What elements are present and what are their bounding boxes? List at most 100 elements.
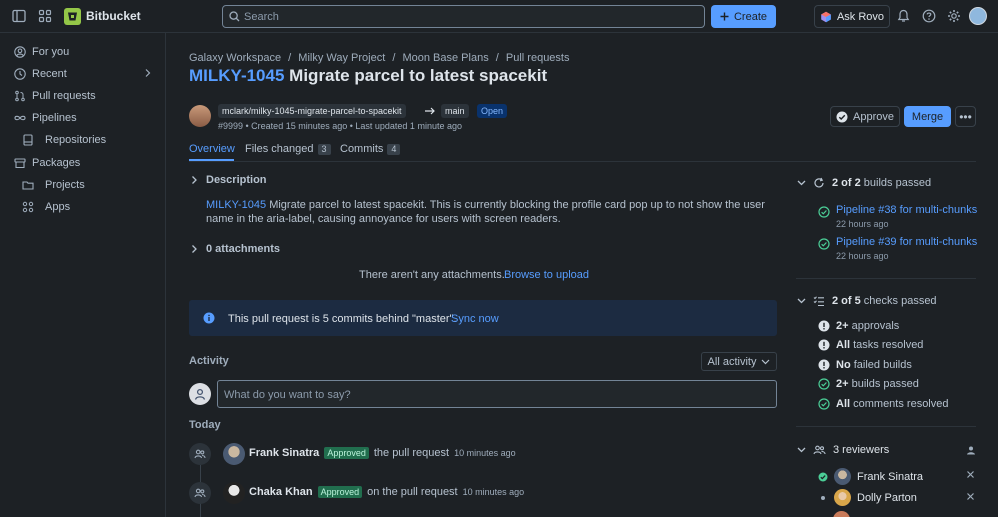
sync-now-link[interactable]: Sync now bbox=[451, 313, 499, 325]
search-input[interactable]: Search bbox=[222, 5, 705, 28]
avatar[interactable] bbox=[223, 443, 245, 465]
event-action: the pull request bbox=[373, 447, 450, 459]
search-icon bbox=[229, 11, 240, 22]
reviewers-section-toggle[interactable]: 3 reviewers bbox=[797, 444, 889, 456]
attachments-empty-text: There aren't any attachments. bbox=[359, 269, 505, 281]
builds-summary-count: 2 of 2 bbox=[832, 177, 861, 189]
sidebar-item-label: Pull requests bbox=[32, 90, 96, 102]
profile-avatar[interactable] bbox=[969, 7, 987, 25]
pipeline-link[interactable]: Pipeline #39 for multi-chunks bbox=[836, 236, 977, 248]
sidebar-item-for-you[interactable]: For you bbox=[0, 41, 166, 63]
sidebar-item-projects[interactable]: Projects bbox=[0, 174, 166, 196]
check-circle-icon bbox=[818, 398, 830, 410]
tab-commits[interactable]: Commits 4 bbox=[340, 143, 401, 155]
sidebar-item-repositories[interactable]: Repositories bbox=[0, 129, 166, 151]
merge-label: Merge bbox=[911, 110, 944, 123]
reviewers-event-icon bbox=[189, 443, 211, 465]
check-item: All tasks resolved bbox=[818, 339, 923, 351]
description-toggle[interactable]: Description bbox=[190, 174, 267, 186]
breadcrumb-item[interactable]: Moon Base Plans bbox=[402, 52, 488, 64]
checks-section-toggle[interactable]: 2 of 5 checks passed bbox=[797, 295, 937, 307]
check-text: builds passed bbox=[848, 378, 919, 390]
target-branch-badge[interactable]: main bbox=[441, 104, 469, 118]
sidebar-item-label: Projects bbox=[45, 179, 85, 191]
pipeline-time: 22 hours ago bbox=[836, 251, 889, 261]
approved-check-icon bbox=[818, 472, 828, 482]
avatar[interactable] bbox=[833, 511, 850, 517]
pipeline-link[interactable]: Pipeline #38 for multi-chunks bbox=[836, 204, 977, 216]
author-avatar[interactable] bbox=[189, 105, 211, 127]
sidebar-item-recent[interactable]: Recent bbox=[0, 63, 166, 85]
breadcrumb-separator: / bbox=[392, 52, 396, 64]
sidebar-item-label: Apps bbox=[45, 201, 71, 213]
pr-title: Migrate parcel to latest spacekit bbox=[289, 66, 548, 85]
banner-text: This pull request is 5 commits behind "m… bbox=[228, 313, 457, 325]
source-branch-badge[interactable]: mclark/milky-1045-migrate-parcel-to-spac… bbox=[218, 104, 406, 118]
tab-files-changed[interactable]: Files changed 3 bbox=[245, 143, 331, 155]
sidebar: For you Recent Pull requests Pipelines R… bbox=[0, 33, 166, 517]
attachments-toggle[interactable]: 0 attachments bbox=[190, 243, 280, 255]
reviewer-item: Dolly Parton bbox=[818, 489, 917, 506]
pull-request-icon bbox=[14, 90, 26, 102]
check-text: approvals bbox=[848, 320, 900, 332]
sidebar-item-apps[interactable]: Apps bbox=[0, 196, 166, 218]
divider bbox=[796, 278, 976, 279]
search-placeholder: Search bbox=[244, 11, 279, 23]
approve-button[interactable]: Approve bbox=[830, 106, 900, 127]
create-button[interactable]: Create bbox=[711, 5, 776, 28]
pipeline-item[interactable]: Pipeline #39 for multi-chunks 22 hours a… bbox=[818, 236, 977, 261]
bell-icon[interactable] bbox=[897, 9, 913, 25]
help-icon[interactable] bbox=[922, 9, 938, 25]
bitbucket-logo-icon[interactable] bbox=[64, 8, 81, 25]
event-user[interactable]: Chaka Khan bbox=[249, 486, 313, 498]
merge-button[interactable]: Merge bbox=[904, 106, 951, 127]
breadcrumb-item[interactable]: Pull requests bbox=[506, 52, 570, 64]
issue-key-link[interactable]: MILKY-1045 bbox=[189, 66, 284, 85]
issue-key-link[interactable]: MILKY-1045 bbox=[206, 199, 266, 211]
avatar[interactable] bbox=[834, 489, 851, 506]
remove-reviewer-icon[interactable] bbox=[966, 492, 975, 501]
tab-label: Commits bbox=[340, 143, 384, 155]
pipeline-item[interactable]: Pipeline #38 for multi-chunks 22 hours a… bbox=[818, 204, 977, 229]
app-switcher-icon[interactable] bbox=[38, 9, 54, 25]
chevron-down-icon bbox=[797, 180, 806, 186]
remove-reviewer-icon[interactable] bbox=[966, 470, 975, 479]
browse-to-upload-link[interactable]: Browse to upload bbox=[504, 269, 589, 281]
sidebar-item-pull-requests[interactable]: Pull requests bbox=[0, 85, 166, 107]
check-item: 2+ builds passed bbox=[818, 378, 919, 390]
event-user[interactable]: Frank Sinatra bbox=[249, 447, 319, 459]
description-text: Migrate parcel to latest spacekit. This … bbox=[206, 199, 765, 225]
activity-heading: Activity bbox=[189, 355, 229, 367]
warning-icon bbox=[818, 339, 830, 351]
activity-filter-dropdown[interactable]: All activity bbox=[701, 352, 777, 371]
check-bold: 2+ bbox=[836, 320, 849, 332]
repository-icon bbox=[22, 134, 34, 146]
sidebar-item-label: Packages bbox=[32, 157, 81, 169]
chevron-right-icon bbox=[190, 244, 199, 254]
check-text: failed builds bbox=[850, 359, 912, 371]
add-reviewer-icon[interactable] bbox=[966, 445, 976, 455]
comment-input[interactable]: What do you want to say? bbox=[217, 380, 777, 408]
people-icon bbox=[813, 444, 826, 456]
sidebar-item-label: For you bbox=[32, 46, 70, 58]
tab-overview[interactable]: Overview bbox=[189, 143, 235, 155]
brand-name[interactable]: Bitbucket bbox=[86, 9, 141, 23]
event-action: on the pull request bbox=[367, 486, 458, 498]
sidebar-item-packages[interactable]: Packages bbox=[0, 152, 166, 174]
check-circle-icon bbox=[818, 238, 830, 261]
breadcrumb-item[interactable]: Milky Way Project bbox=[298, 52, 385, 64]
reviewer-name[interactable]: Dolly Parton bbox=[857, 492, 917, 504]
avatar[interactable] bbox=[223, 482, 245, 504]
ask-rovo-button[interactable]: Ask Rovo bbox=[814, 5, 890, 28]
gear-icon[interactable] bbox=[947, 9, 963, 25]
reviewer-name[interactable]: Frank Sinatra bbox=[857, 471, 923, 483]
check-circle-icon bbox=[818, 206, 830, 229]
more-actions-button[interactable]: ••• bbox=[955, 106, 976, 127]
builds-section-toggle[interactable]: 2 of 2 builds passed bbox=[797, 177, 931, 189]
sidebar-toggle-icon[interactable] bbox=[12, 9, 28, 25]
description-body: MILKY-1045 Migrate parcel to latest spac… bbox=[206, 198, 766, 226]
active-tab-indicator bbox=[189, 159, 234, 161]
breadcrumb-item[interactable]: Galaxy Workspace bbox=[189, 52, 281, 64]
sidebar-item-pipelines[interactable]: Pipelines bbox=[0, 107, 166, 129]
avatar[interactable] bbox=[834, 468, 851, 485]
